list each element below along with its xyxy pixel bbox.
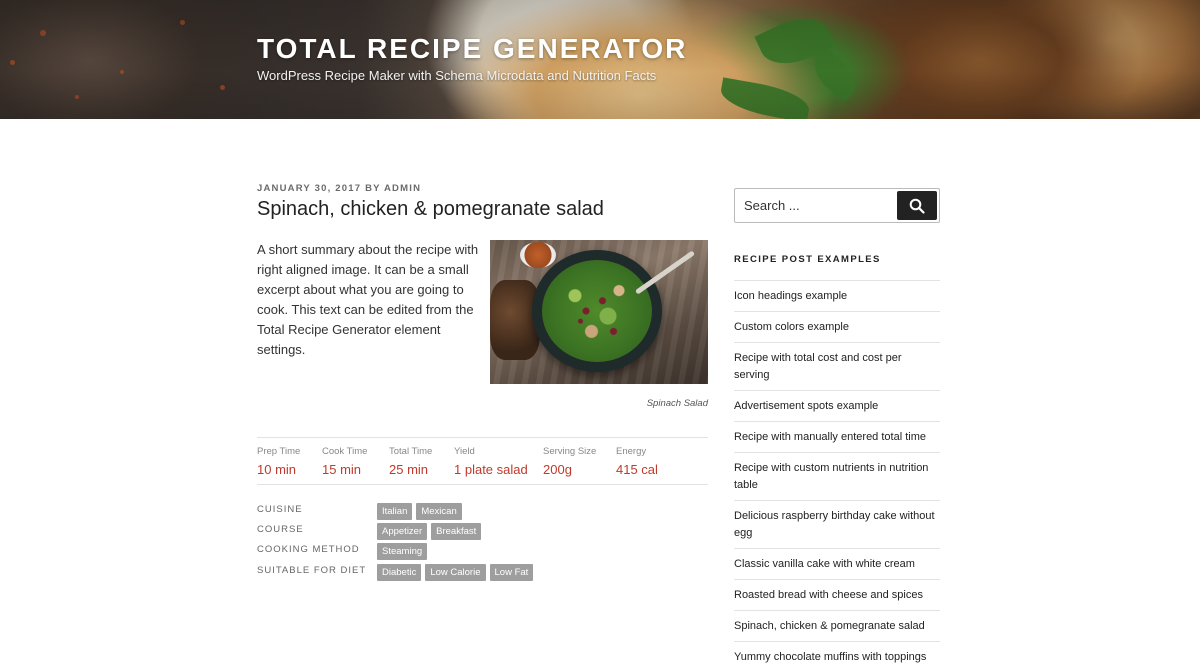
recipe-details: Prep Time 10 min Cook Time 15 min Total … [257,437,708,485]
detail-cook-time: Cook Time 15 min [322,446,367,477]
recipe-summary: A short summary about the recipe with ri… [257,242,479,357]
sidebar-post-link[interactable]: Recipe with manually entered total time [734,421,940,452]
tag-diabetic[interactable]: Diabetic [377,564,422,581]
post-title: Spinach, chicken & pomegranate salad [257,198,604,220]
tag-appetizer[interactable]: Appetizer [377,523,428,540]
detail-value: 415 cal [616,462,658,477]
detail-value: 200g [543,462,572,477]
recipe-post-list: Icon headings example Custom colors exam… [734,280,940,672]
sidebar-post-link[interactable]: Yummy chocolate muffins with toppings [734,641,940,672]
detail-value: 1 plate salad [454,462,528,477]
sidebar-post-link[interactable]: Classic vanilla cake with white cream [734,548,940,579]
sidebar-post-link[interactable]: Delicious raspberry birthday cake withou… [734,500,940,548]
detail-label: Energy [616,446,647,457]
detail-serving-size: Serving Size 200g [543,446,596,477]
post-date[interactable]: JANUARY 30, 2017 [257,183,361,194]
widget-title: RECIPE POST EXAMPLES [734,254,881,265]
sidebar-post-link[interactable]: Advertisement spots example [734,390,940,421]
post-meta: JANUARY 30, 2017 BY ADMIN [257,183,421,194]
detail-label: Yield [454,446,475,457]
tag-breakfast[interactable]: Breakfast [431,523,482,540]
tag-italian[interactable]: Italian [377,503,413,520]
taxonomy-label: COURSE [257,524,304,535]
search-button[interactable] [897,191,937,220]
sidebar-post-link[interactable]: Spinach, chicken & pomegranate salad [734,610,940,641]
detail-total-time: Total Time 25 min [389,446,432,477]
taxonomy-label: SUITABLE FOR DIET [257,565,367,576]
taxonomy-label: CUISINE [257,504,303,515]
tag-mexican[interactable]: Mexican [416,503,462,520]
detail-value: 25 min [389,462,429,477]
detail-label: Cook Time [322,446,368,457]
detail-label: Prep Time [257,446,301,457]
search-icon [909,198,925,214]
search-form [734,188,940,223]
taxonomy-label: COOKING METHOD [257,544,360,555]
sidebar-post-link[interactable]: Recipe with custom nutrients in nutritio… [734,452,940,500]
sidebar-post-link[interactable]: Recipe with total cost and cost per serv… [734,342,940,390]
tag-steaming[interactable]: Steaming [377,543,428,560]
recipe-image [490,240,708,384]
detail-label: Total Time [389,446,433,457]
image-caption: Spinach Salad [646,398,708,409]
site-header: TOTAL RECIPE GENERATOR WordPress Recipe … [0,0,1200,119]
sidebar-post-link[interactable]: Roasted bread with cheese and spices [734,579,940,610]
tag-low-fat[interactable]: Low Fat [489,564,534,581]
detail-label: Serving Size [543,446,597,457]
detail-prep-time: Prep Time 10 min [257,446,300,477]
detail-energy: Energy 415 cal [616,446,658,477]
search-input[interactable] [736,190,896,221]
post-by: BY [365,183,381,194]
detail-value: 10 min [257,462,297,477]
post-author[interactable]: ADMIN [384,183,421,194]
site-title[interactable]: TOTAL RECIPE GENERATOR [257,33,687,65]
sidebar-post-link[interactable]: Custom colors example [734,311,940,342]
sidebar-post-link[interactable]: Icon headings example [734,280,940,311]
tag-low-calorie[interactable]: Low Calorie [425,564,486,581]
site-description: WordPress Recipe Maker with Schema Micro… [257,68,657,83]
detail-yield: Yield 1 plate salad [454,446,528,477]
detail-value: 15 min [322,462,362,477]
